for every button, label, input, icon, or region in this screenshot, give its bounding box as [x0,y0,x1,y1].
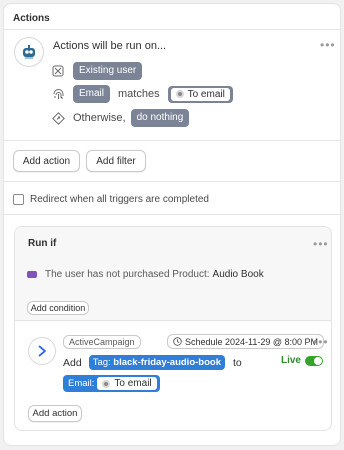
divider [4,29,340,30]
add-word: Add [63,356,82,369]
run-if-header: Run if ••• The user has not purchased Pr… [15,227,331,321]
run-on-label: Actions will be run on... [53,40,167,52]
clock-icon [173,337,182,346]
run-if-card: Run if ••• The user has not purchased Pr… [14,226,332,431]
email-match-row: Email matches To email [51,85,233,103]
more-dots-icon[interactable]: ••• [313,238,329,250]
activecampaign-chevron-icon [28,337,56,365]
redirect-label: Redirect when all triggers are completed [30,194,209,205]
live-toggle[interactable]: Live [281,355,323,366]
woocommerce-icon [27,271,37,278]
email-dot-icon [175,90,184,98]
add-action-button[interactable]: Add action [13,150,80,172]
divider [4,214,340,215]
schedule-label: Schedule 2024-11-29 @ 8:00 PM [185,336,319,347]
live-label: Live [280,355,301,366]
email-chip[interactable]: Email: To email [63,375,160,392]
to-email-tag[interactable]: To email [167,85,233,103]
redirect-checkbox[interactable] [13,194,24,205]
activecampaign-badge: ActiveCampaign [63,335,141,349]
tag-chip[interactable]: Tag: black-friday-audio-book [88,355,225,370]
existing-user-tag[interactable]: Existing user [73,62,143,80]
schedule-badge[interactable]: Schedule 2024-11-29 @ 8:00 PM [167,334,325,349]
condition-prefix: The user has not purchased Product: [45,269,210,280]
condition-value: Audio Book [212,269,264,280]
diamond-arrow-icon [51,111,65,125]
divider [4,140,340,141]
actions-panel: Actions Actions will be run on... ••• Ex… [3,3,341,446]
condition-row: The user has not purchased Product: Audi… [27,269,264,280]
matches-label: matches [118,88,160,100]
add-action-button[interactable]: Add action [28,405,82,422]
add-condition-button[interactable]: Add condition [27,301,89,315]
add-filter-button[interactable]: Add filter [86,150,146,172]
do-nothing-tag[interactable]: do nothing [130,109,190,127]
email-dot-icon [102,379,111,388]
panel-title: Actions [13,13,50,24]
to-word: to [232,356,242,369]
more-dots-icon[interactable]: ••• [313,336,329,348]
more-dots-icon[interactable]: ••• [320,39,336,51]
email-tag[interactable]: Email [73,85,111,103]
otherwise-label: Otherwise, [73,112,126,124]
otherwise-row: Otherwise, do nothing [51,109,190,127]
user-x-icon [51,64,65,78]
add-tag-row: Add Tag: black-friday-audio-book to [63,355,242,370]
robot-avatar-icon [14,37,44,67]
divider [4,181,340,182]
run-if-title: Run if [28,238,57,249]
fingerprint-icon [51,87,65,101]
existing-user-row: Existing user [51,62,143,80]
live-switch[interactable] [305,355,323,366]
